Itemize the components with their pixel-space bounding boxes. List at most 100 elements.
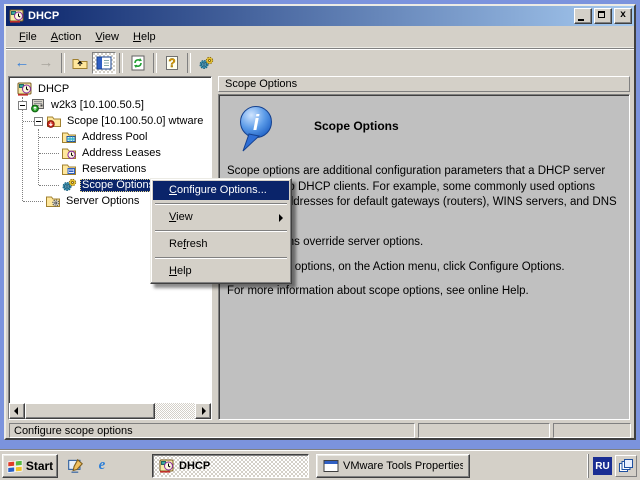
refresh-button[interactable] <box>126 52 150 74</box>
tree-label: w2k3 [10.100.50.5] <box>49 99 146 112</box>
up-folder-icon <box>72 55 88 71</box>
tree-item-address-pool[interactable]: Address Pool <box>9 129 211 145</box>
menu-item-help[interactable]: Help <box>153 262 289 281</box>
taskpad-head: i Scope Options <box>236 103 629 155</box>
dhcp-task-icon <box>159 458 175 474</box>
windows-logo-icon <box>7 459 23 473</box>
status-bar: Configure scope options <box>6 420 634 440</box>
internet-explorer-icon: e <box>99 457 106 474</box>
refresh-icon <box>130 55 146 71</box>
menu-separator <box>155 203 287 205</box>
tree-item-scope[interactable]: Scope [10.100.50.0] wtware <box>9 113 211 129</box>
tree-item-dhcp-root[interactable]: DHCP <box>9 81 211 97</box>
dhcp-app-icon <box>9 8 25 24</box>
tree-item-reservations[interactable]: Reservations <box>9 161 211 177</box>
task-label: VMware Tools Properties <box>343 460 463 472</box>
vmware-tools-tray-icon[interactable] <box>615 455 637 477</box>
back-button[interactable]: ← <box>10 52 34 74</box>
menu-view[interactable]: View <box>88 28 126 46</box>
collapse-expander-icon[interactable] <box>34 117 43 126</box>
tree-label: Address Leases <box>80 147 163 160</box>
console-tree-icon <box>96 55 112 71</box>
status-pane-2 <box>418 423 550 438</box>
dhcp-console-icon <box>17 81 33 97</box>
show-console-tree-button[interactable] <box>92 52 116 74</box>
scope-options-gears-icon <box>61 177 77 193</box>
maximize-button[interactable] <box>594 8 612 24</box>
svg-text:i: i <box>253 110 260 135</box>
menu-item-view[interactable]: View <box>153 208 289 227</box>
submenu-arrow-icon <box>279 214 283 222</box>
start-button[interactable]: Start <box>2 454 58 478</box>
minimize-icon <box>578 19 584 21</box>
tree-label: Scope [10.100.50.0] wtware <box>65 115 205 128</box>
minimize-button[interactable] <box>574 8 592 24</box>
tree-label: DHCP <box>36 83 71 96</box>
status-pane-3 <box>553 423 631 438</box>
collapse-expander-icon[interactable] <box>18 101 27 110</box>
status-text: Configure scope options <box>9 423 415 438</box>
forward-arrow-icon: → <box>39 55 54 71</box>
back-arrow-icon: ← <box>15 55 30 71</box>
info-balloon-icon: i <box>236 105 276 153</box>
context-menu: Configure Options... View Refresh Help <box>150 178 292 284</box>
menu-file[interactable]: File <box>12 28 44 46</box>
menu-action[interactable]: Action <box>44 28 89 46</box>
forward-button[interactable]: → <box>34 52 58 74</box>
scrollbar-track[interactable] <box>155 403 195 419</box>
configure-options-toolbar-button[interactable] <box>194 52 218 74</box>
task-label: DHCP <box>179 460 210 472</box>
task-button-vmware-tools[interactable]: VMware Tools Properties <box>316 454 470 478</box>
quick-launch: e <box>66 456 112 476</box>
menu-item-configure-options[interactable]: Configure Options... <box>153 181 289 200</box>
address-leases-icon <box>61 145 77 161</box>
gears-icon <box>198 55 214 71</box>
toolbar-separator <box>187 53 191 73</box>
tree-label: Address Pool <box>80 131 149 144</box>
result-pane-header: Scope Options <box>218 76 630 92</box>
server-options-icon <box>45 193 61 209</box>
taskpad-paragraph: For more information about scope options… <box>227 284 619 300</box>
show-desktop-button[interactable] <box>66 456 86 476</box>
dhcp-window: DHCP x File Action View Help ← → ? <box>4 4 636 440</box>
tree-item-address-leases[interactable]: Address Leases <box>9 145 211 161</box>
menu-item-refresh[interactable]: Refresh <box>153 235 289 254</box>
task-button-dhcp[interactable]: DHCP <box>152 454 309 478</box>
toolbar-separator <box>61 53 65 73</box>
close-button[interactable]: x <box>614 8 632 24</box>
help-button[interactable]: ? <box>160 52 184 74</box>
tree-label: Reservations <box>80 163 148 176</box>
taskbar: Start e DHCP VMware Tools Properties RU <box>0 450 640 480</box>
reservations-icon <box>61 161 77 177</box>
server-icon <box>30 97 46 113</box>
menu-separator <box>155 257 287 259</box>
scroll-right-button[interactable] <box>195 403 211 419</box>
help-icon: ? <box>164 55 180 71</box>
toolbar: ← → ? <box>6 48 634 76</box>
scrollbar-thumb[interactable] <box>25 403 155 419</box>
address-pool-icon <box>61 129 77 145</box>
language-indicator[interactable]: RU <box>593 457 612 475</box>
desktop: DHCP x File Action View Help ← → ? <box>0 0 640 480</box>
title-bar[interactable]: DHCP x <box>6 6 634 26</box>
svg-text:?: ? <box>168 56 175 70</box>
tree-label-selected: Scope Options <box>80 179 156 192</box>
window-title: DHCP <box>28 10 572 22</box>
scroll-right-icon <box>202 407 206 415</box>
scope-folder-icon <box>46 113 62 129</box>
start-label: Start <box>26 459 53 473</box>
taskpad-title: Scope Options <box>314 119 399 133</box>
main-area: DHCP w2k3 [10.100.50.5] Scope [10.100.50… <box>6 76 634 420</box>
menu-help[interactable]: Help <box>126 28 163 46</box>
tree-label: Server Options <box>64 195 141 208</box>
toolbar-separator <box>153 53 157 73</box>
system-tray: RU <box>588 454 637 478</box>
internet-explorer-button[interactable]: e <box>92 456 112 476</box>
up-one-level-button[interactable] <box>68 52 92 74</box>
maximize-icon <box>598 11 605 18</box>
window-icon <box>323 458 339 474</box>
tree-horizontal-scrollbar[interactable] <box>9 403 211 419</box>
scroll-left-icon <box>14 407 18 415</box>
scroll-left-button[interactable] <box>9 403 25 419</box>
tree-item-server[interactable]: w2k3 [10.100.50.5] <box>9 97 211 113</box>
